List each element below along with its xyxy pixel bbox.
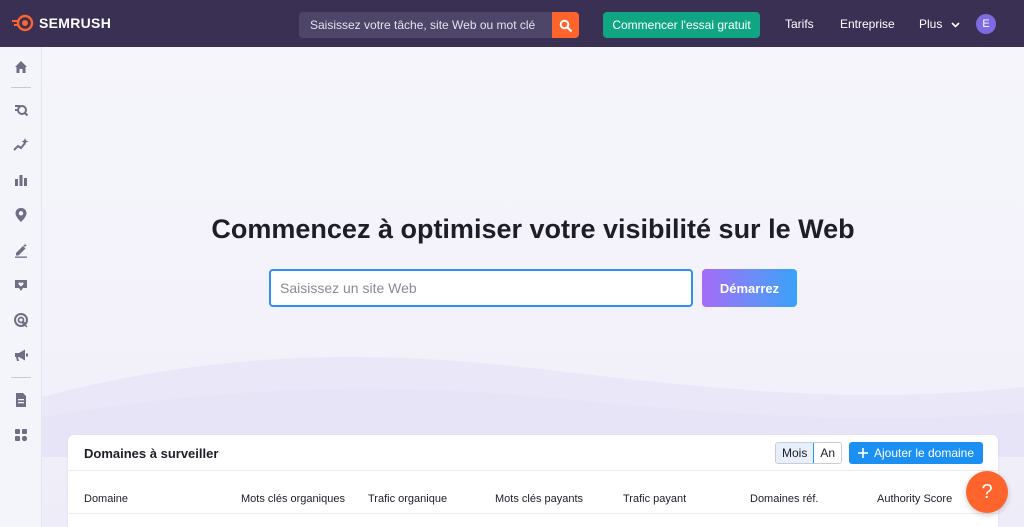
toggle-year[interactable]: An [814,443,842,463]
column-header[interactable]: Trafic payant [623,493,686,505]
local-icon[interactable] [12,206,30,224]
plus-icon [857,448,868,458]
panel-divider [68,470,998,471]
add-domain-button[interactable]: Ajouter le domaine [849,442,983,464]
brand-name: SEMRUSH [39,15,112,31]
chevron-down-icon [951,22,960,28]
top-bar: SEMRUSH Saisissez votre tâche, site Web … [0,0,1024,47]
sidebar [0,47,42,527]
analytics-icon[interactable] [12,171,30,189]
column-header[interactable]: Mots clés organiques [241,493,345,505]
nav-enterprise[interactable]: Entreprise [840,17,895,31]
nav-pricing[interactable]: Tarifs [785,17,814,31]
start-trial-button[interactable]: Commencer l'essai gratuit [603,12,760,38]
apps-icon[interactable] [12,426,30,444]
search-icon [559,19,572,32]
advertising-icon[interactable] [12,311,30,329]
column-header[interactable]: Domaine [84,493,128,505]
main-content: Commencez à optimiser votre visibilité s… [42,47,1024,527]
social-icon[interactable] [12,276,30,294]
start-button[interactable]: Démarrez [702,269,797,307]
semrush-logo-icon [12,14,34,32]
panel-title: Domaines à surveiller [84,446,219,461]
content-icon[interactable] [12,241,30,259]
add-domain-label: Ajouter le domaine [873,446,975,460]
domains-panel: Domaines à surveiller Mois An Ajouter le… [68,435,998,527]
website-input[interactable] [269,269,693,307]
global-search[interactable]: Saisissez votre tâche, site Web ou mot c… [299,12,579,38]
semrush-logo[interactable]: SEMRUSH [12,14,111,32]
user-avatar[interactable]: E [976,14,996,34]
home-icon[interactable] [12,58,30,76]
seo-icon[interactable] [12,101,30,119]
global-search-input[interactable]: Saisissez votre tâche, site Web ou mot c… [299,18,552,32]
column-header[interactable]: Trafic organique [368,493,447,505]
column-header[interactable]: Domaines réf. [750,493,818,505]
column-header[interactable]: Mots clés payants [495,493,583,505]
campaign-icon[interactable] [12,346,30,364]
table-divider [68,513,998,514]
help-button[interactable]: ? [966,471,1008,513]
trends-icon[interactable] [12,136,30,154]
reports-icon[interactable] [12,391,30,409]
nav-more[interactable]: Plus [919,17,960,31]
sidebar-divider [11,377,31,378]
nav-more-label: Plus [919,17,943,31]
sidebar-divider [11,87,31,88]
hero-title: Commencez à optimiser votre visibilité s… [211,214,855,244]
period-toggle: Mois An [775,442,843,464]
column-header[interactable]: Authority Score [877,493,952,505]
toggle-month[interactable]: Mois [776,443,815,463]
search-button[interactable] [552,12,579,38]
